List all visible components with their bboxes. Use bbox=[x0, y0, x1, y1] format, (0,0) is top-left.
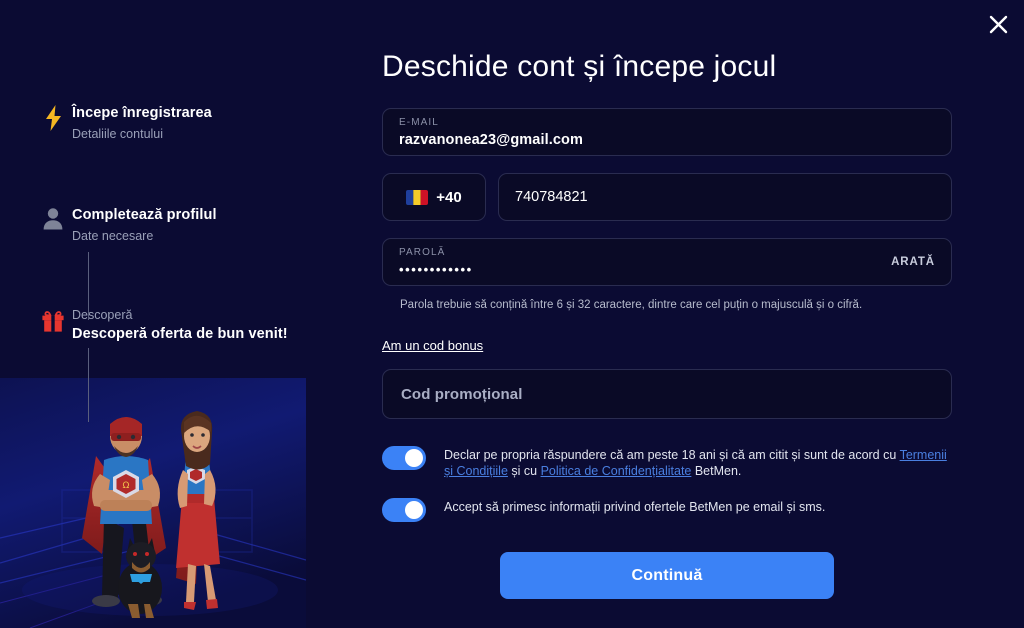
have-bonus-code-link[interactable]: Am un cod bonus bbox=[382, 338, 483, 353]
submit-row: Continuă bbox=[382, 552, 952, 599]
consent-text-marketing: Accept să primesc informații privind ofe… bbox=[444, 497, 825, 516]
stepper-step-start-registration[interactable]: Începe înregistrarea Detaliile contului bbox=[36, 104, 296, 142]
consent-row-age-terms: Declar pe propria răspundere că am peste… bbox=[382, 445, 952, 479]
password-hint: Parola trebuie să conțină între 6 și 32 … bbox=[400, 299, 863, 311]
continue-button[interactable]: Continuă bbox=[500, 552, 834, 599]
consent-text-part-2: și cu bbox=[507, 463, 541, 478]
consents-section: Declar pe propria răspundere că am peste… bbox=[382, 445, 952, 522]
privacy-policy-link[interactable]: Politica de Confidențialitate bbox=[541, 464, 692, 478]
registration-stepper: Începe înregistrarea Detaliile contului … bbox=[36, 104, 296, 422]
phone-number-input[interactable]: 740784821 bbox=[498, 173, 952, 221]
consent-toggle-marketing[interactable] bbox=[382, 498, 426, 522]
close-button[interactable] bbox=[980, 6, 1016, 42]
person-icon bbox=[36, 206, 70, 231]
promo-code-placeholder: Cod promoțional bbox=[401, 385, 523, 403]
step-subtitle: Detaliile contului bbox=[72, 127, 164, 141]
superhero-family-illustration: Ω bbox=[0, 378, 306, 628]
email-label: E-MAIL bbox=[399, 117, 439, 128]
stepper-connector-1 bbox=[88, 252, 89, 320]
romania-flag-icon bbox=[406, 189, 429, 205]
registration-form: Deschide cont și începe jocul E-MAIL raz… bbox=[382, 0, 952, 599]
password-field[interactable]: PAROLĂ •••••••••••• ARATĂ bbox=[382, 238, 952, 286]
promo-code-input[interactable]: Cod promoțional bbox=[382, 369, 952, 419]
consent-row-marketing: Accept să primesc informații privind ofe… bbox=[382, 497, 952, 522]
consent-text-age-terms: Declar pe propria răspundere că am peste… bbox=[444, 445, 952, 479]
registration-modal: Începe înregistrarea Detaliile contului … bbox=[0, 0, 1024, 628]
step-subtitle: Date necesare bbox=[72, 229, 154, 243]
consent-text-part-3: BetMen. bbox=[691, 463, 742, 478]
step-title: Începe înregistrarea bbox=[72, 105, 212, 121]
country-prefix-value: +40 bbox=[436, 188, 462, 206]
toggle-knob bbox=[405, 449, 423, 467]
lightning-bolt-icon bbox=[36, 104, 70, 131]
stepper-connector-2 bbox=[88, 348, 89, 422]
password-label: PAROLĂ bbox=[399, 247, 446, 258]
phone-row: +40 740784821 bbox=[382, 173, 952, 221]
email-field[interactable]: E-MAIL razvanonea23@gmail.com bbox=[382, 108, 952, 156]
password-value: •••••••••••• bbox=[399, 262, 473, 277]
step-top-label: Descoperă bbox=[72, 308, 133, 322]
phone-number-value: 740784821 bbox=[515, 189, 588, 205]
left-panel: Începe înregistrarea Detaliile contului … bbox=[0, 0, 306, 628]
gift-icon bbox=[36, 308, 70, 333]
page-title: Deschide cont și începe jocul bbox=[382, 50, 777, 83]
stepper-step-discover-offer[interactable]: Descoperă Descoperă oferta de bun venit! bbox=[36, 308, 296, 343]
email-value: razvanonea23@gmail.com bbox=[399, 131, 583, 148]
consent-toggle-age-terms[interactable] bbox=[382, 446, 426, 470]
show-password-button[interactable]: ARATĂ bbox=[891, 256, 935, 268]
consent-text-part-1: Accept să primesc informații privind ofe… bbox=[444, 500, 826, 514]
toggle-knob bbox=[405, 501, 423, 519]
country-prefix-select[interactable]: +40 bbox=[382, 173, 486, 221]
close-icon bbox=[989, 15, 1007, 33]
step-title: Descoperă oferta de bun venit! bbox=[72, 326, 288, 342]
consent-text-part-1: Declar pe propria răspundere că am peste… bbox=[444, 448, 900, 462]
svg-text:Ω: Ω bbox=[123, 481, 130, 491]
stepper-step-complete-profile[interactable]: Completează profilul Date necesare bbox=[36, 206, 296, 244]
step-title: Completează profilul bbox=[72, 207, 217, 223]
